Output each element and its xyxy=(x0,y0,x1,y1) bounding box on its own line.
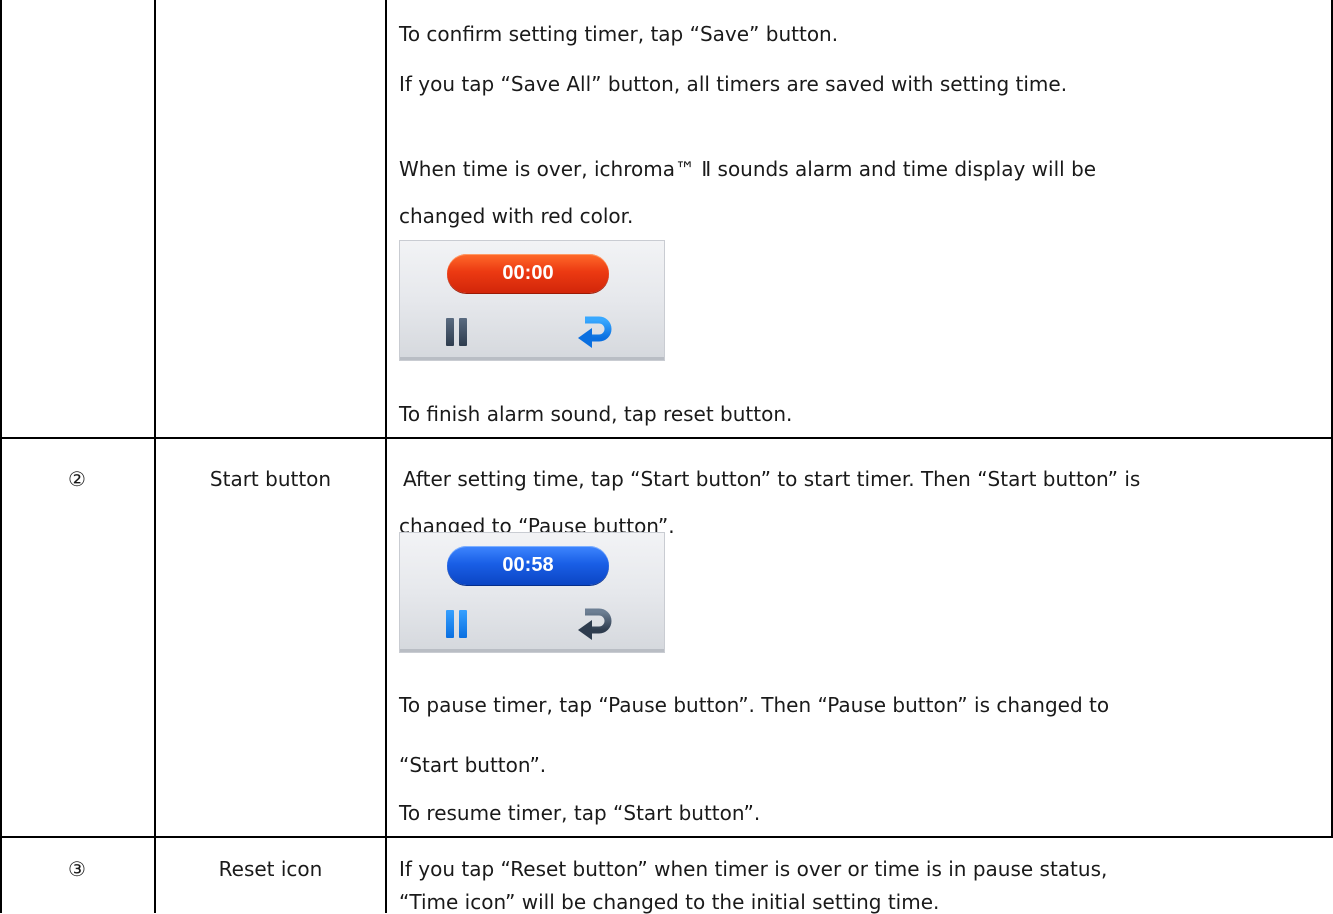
row-item-name: Start button xyxy=(209,467,332,491)
description-line: When time is over, ichroma™ Ⅱ sounds ala… xyxy=(399,157,1097,181)
description-line: To confirm setting timer, tap “Save” but… xyxy=(399,22,839,46)
row-divider-2 xyxy=(0,836,1333,838)
column-divider-2 xyxy=(385,0,387,913)
description-line: If you tap “Save All” button, all timers… xyxy=(399,72,1068,96)
description-line: If you tap “Reset button” when timer is … xyxy=(399,857,1108,881)
timer-time-display: 00:00 xyxy=(447,254,609,293)
description-line: To resume timer, tap “Start button”. xyxy=(399,801,761,825)
pause-icon xyxy=(446,318,470,346)
row-number: ③ xyxy=(68,857,86,881)
row-item-name: Reset icon xyxy=(218,857,323,881)
column-divider-1 xyxy=(154,0,156,913)
description-line: “Time icon” will be changed to the initi… xyxy=(399,890,940,914)
row-number: ② xyxy=(68,467,86,491)
timer-widget-alarm: 00:00 xyxy=(399,240,665,361)
timer-time-display: 00:58 xyxy=(447,546,609,585)
timer-widget-running: 00:58 xyxy=(399,532,665,653)
description-line: To finish alarm sound, tap reset button. xyxy=(399,402,793,426)
description-line: changed with red color. xyxy=(399,204,634,228)
description-line: After setting time, tap “Start button” t… xyxy=(403,467,1141,491)
row-divider-1 xyxy=(0,437,1333,439)
table-border-left xyxy=(0,0,2,913)
reset-arrow-icon xyxy=(578,316,612,348)
description-line: “Start button”. xyxy=(399,753,547,777)
description-line: To pause timer, tap “Pause button”. Then… xyxy=(399,693,1110,717)
pause-icon xyxy=(446,610,470,638)
document-table: To confirm setting timer, tap “Save” but… xyxy=(0,0,1333,913)
reset-arrow-icon xyxy=(578,608,612,640)
